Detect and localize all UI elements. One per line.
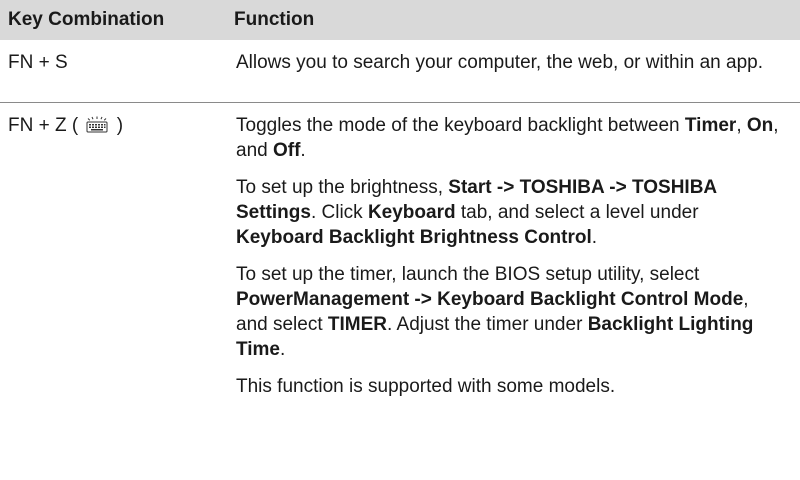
header-function: Function	[234, 9, 315, 30]
header-key-combination: Key Combination	[8, 9, 165, 30]
text: tab, and select a level under	[455, 202, 699, 223]
bold-term: Timer	[684, 115, 737, 136]
text: Toggles the mode of the keyboard backlig…	[236, 115, 685, 136]
text: This function is supported with some mod…	[236, 376, 616, 397]
key-prefix: FN + Z (	[8, 115, 79, 136]
key-suffix: )	[116, 115, 124, 136]
bold-term: On	[746, 115, 774, 136]
text: . Adjust the timer under	[387, 314, 588, 335]
text: ,	[736, 115, 747, 136]
bold-term: TIMER	[327, 314, 388, 335]
table-row: FN + Z () Toggles the mode of the keybo…	[0, 103, 800, 399]
bold-term: Keyboard	[367, 202, 456, 223]
bold-term: Off	[272, 140, 301, 161]
function-paragraph: Toggles the mode of the keyboard backlig…	[236, 113, 782, 163]
function-cell: Allows you to search your computer, the …	[236, 52, 763, 73]
function-cell: Toggles the mode of the keyboard backlig…	[226, 103, 800, 399]
key-function-table: Key Combination Function FN + S Allows y…	[0, 0, 800, 399]
key-cell: FN + S	[8, 52, 68, 73]
bold-term: Keyboard Backlight Brightness Control	[236, 227, 592, 248]
text: . Click	[310, 202, 368, 223]
table-header-row: Key Combination Function	[0, 0, 800, 40]
text: To set up the brightness,	[236, 177, 449, 198]
bold-term: PowerManagement -> Keyboard Backlight Co…	[236, 289, 744, 310]
text: .	[300, 140, 306, 161]
function-paragraph: To set up the timer, launch the BIOS set…	[236, 262, 782, 362]
text: To set up the timer, launch the BIOS set…	[236, 264, 700, 285]
function-paragraph: This function is supported with some mod…	[236, 374, 782, 399]
text: .	[591, 227, 598, 248]
table-row: FN + S Allows you to search your compute…	[0, 40, 800, 103]
keyboard-backlight-icon	[85, 115, 109, 133]
key-cell: FN + Z ()	[0, 103, 226, 399]
function-paragraph: To set up the brightness, Start -> TOSHI…	[236, 175, 782, 250]
text: .	[280, 339, 286, 360]
